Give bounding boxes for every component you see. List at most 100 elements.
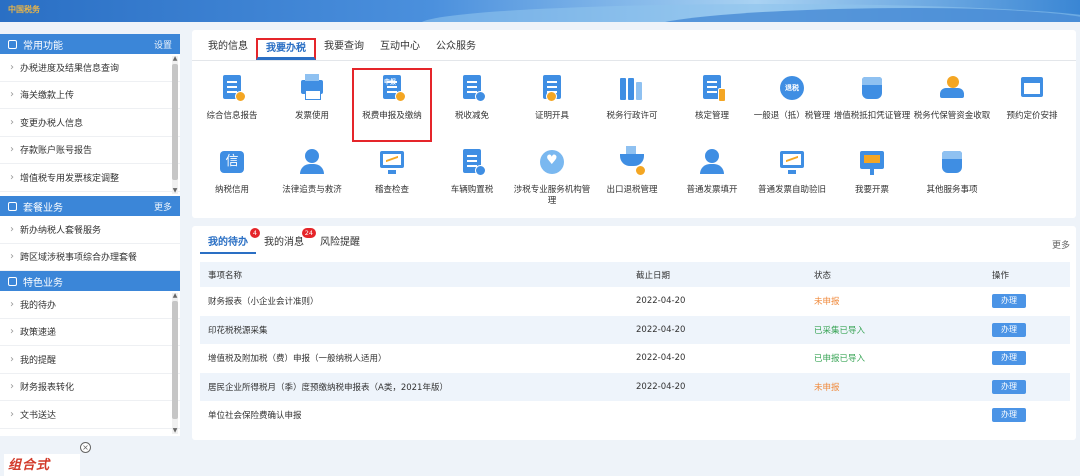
sidebar-item[interactable]: 我的提醒: [0, 346, 180, 374]
handle-button[interactable]: 办理: [992, 294, 1026, 309]
sidebar-item[interactable]: 新办纳税人套餐服务: [0, 216, 180, 244]
service-label: 税务行政许可: [606, 111, 658, 121]
coin-hand-icon: [937, 74, 967, 104]
column-header: 状态: [814, 270, 832, 281]
scrollbar-thumb[interactable]: [172, 64, 178, 180]
user-icon: [697, 148, 727, 178]
service-refund[interactable]: 退税 一般退（抵）税管理: [752, 68, 832, 142]
tab-my-messages[interactable]: 我的消息 24: [256, 228, 316, 254]
service-tax-relief[interactable]: 税收减免: [432, 68, 512, 142]
service-label: 普通发票填开: [686, 185, 738, 195]
tab-label: 风险提醒: [320, 237, 360, 248]
user-icon: [297, 148, 327, 178]
section-title: 特色业务: [23, 277, 63, 289]
service-label: 预约定价安排: [1006, 111, 1058, 121]
deadline: 2022-04-20: [636, 296, 686, 307]
deadline: 2022-04-20: [636, 324, 686, 335]
status-text: 已采集已导入: [814, 325, 866, 336]
more-link[interactable]: 更多: [154, 200, 172, 213]
service-row: 综合信息报告 发票使用 申报 税费申报及缴纳 税收减免 证明开具 税务行政许可 …: [192, 68, 1076, 142]
service-verification[interactable]: 核定管理: [672, 68, 752, 142]
scroll-up-arrow[interactable]: ▲: [172, 56, 178, 62]
service-row: 信 纳税信用 法律追责与救济 稽查检查 车辆购置税 涉税专业服务机构管理: [192, 142, 1076, 216]
sidebar-item[interactable]: 办税进度及结果信息查询: [0, 54, 180, 82]
layers-icon: [8, 201, 17, 211]
status-text: 未申报: [814, 382, 840, 393]
more-link[interactable]: 更多: [1052, 238, 1070, 251]
settings-link[interactable]: 设置: [154, 38, 172, 51]
section-common-header: 常用功能 设置: [0, 34, 180, 54]
table-row: 印花税税源采集 2022-04-20 已采集已导入 办理: [200, 315, 1070, 344]
credit-icon: 信: [217, 148, 247, 178]
sidebar-item[interactable]: 存款账户账号报告: [0, 137, 180, 164]
tab-label: 我的待办: [208, 237, 248, 248]
service-legal-remedy[interactable]: 法律追责与救济: [272, 142, 352, 216]
tab-public-service[interactable]: 公众服务: [428, 38, 484, 60]
service-vehicle-tax[interactable]: 车辆购置税: [432, 142, 512, 216]
service-label: 一般退（抵）税管理: [753, 111, 831, 121]
tab-label: 我的消息: [264, 237, 304, 248]
sidebar-item[interactable]: 政策速递: [0, 319, 180, 346]
sidebar: 常用功能 设置 办税进度及结果信息查询 海关缴款上传 变更办税人信息 存款账户账…: [0, 34, 180, 436]
service-label: 综合信息报告: [206, 111, 258, 121]
column-header: 操作: [992, 270, 1010, 281]
column-header: 截止日期: [636, 270, 671, 281]
service-other[interactable]: 其他服务事项: [912, 142, 992, 216]
service-label: 增值税抵扣凭证管理: [833, 111, 911, 121]
service-agency-management[interactable]: 涉税专业服务机构管理: [512, 142, 592, 216]
service-certificate[interactable]: 证明开具: [512, 68, 592, 142]
tab-interaction[interactable]: 互动中心: [372, 38, 428, 60]
package-list: 新办纳税人套餐服务 跨区域涉税事项综合办理套餐: [0, 216, 180, 271]
handle-button[interactable]: 办理: [992, 351, 1026, 366]
heart-icon: [537, 148, 567, 178]
service-inspection[interactable]: 稽查检查: [352, 142, 432, 216]
scroll-down-arrow[interactable]: ▼: [172, 188, 178, 194]
service-vat-deduction[interactable]: 增值税抵扣凭证管理: [832, 68, 912, 142]
service-invoice-verify[interactable]: 普通发票自助验旧: [752, 142, 832, 216]
sidebar-item[interactable]: 变更办税人信息: [0, 109, 180, 137]
binders-icon: [617, 74, 647, 104]
service-label: 其他服务事项: [926, 185, 978, 195]
service-tax-declare-pay[interactable]: 申报 税费申报及缴纳: [352, 68, 432, 142]
service-fund-custody[interactable]: 税务代保管资金收取: [912, 68, 992, 142]
sidebar-item[interactable]: 跨区域涉税事项综合办理套餐: [0, 244, 180, 271]
service-label: 税收减免: [454, 111, 489, 121]
handle-button[interactable]: 办理: [992, 408, 1026, 423]
todo-tabs: 我的待办 4 我的消息 24 风险提醒: [200, 228, 368, 254]
service-invoice-issue[interactable]: 普通发票填开: [672, 142, 752, 216]
service-export-refund[interactable]: 出口退税管理: [592, 142, 672, 216]
tab-my-info[interactable]: 我的信息: [200, 38, 256, 60]
sidebar-item[interactable]: 文书送达: [0, 401, 180, 429]
close-icon[interactable]: ×: [80, 442, 91, 453]
service-label: 发票使用: [294, 111, 329, 121]
tab-my-todo[interactable]: 我的待办 4: [200, 228, 260, 254]
service-label: 法律追责与救济: [282, 185, 342, 195]
service-pricing-arrangement[interactable]: 预约定价安排: [992, 68, 1072, 142]
sidebar-item[interactable]: 我的待办: [0, 291, 180, 319]
column-header: 事项名称: [208, 270, 243, 281]
service-label: 稽查检查: [374, 185, 409, 195]
sidebar-item[interactable]: 海关缴款上传: [0, 82, 180, 109]
top-banner: 中国税务: [0, 0, 1080, 22]
sidebar-item[interactable]: 增值税专用发票核定调整: [0, 164, 180, 192]
service-invoice-use[interactable]: 发票使用: [272, 68, 352, 142]
service-issue-invoice[interactable]: 我要开票: [832, 142, 912, 216]
tab-query[interactable]: 我要查询: [316, 38, 372, 60]
service-credit[interactable]: 信 纳税信用: [192, 142, 272, 216]
service-comprehensive-info[interactable]: 综合信息报告: [192, 68, 272, 142]
site-logo[interactable]: 中国税务: [8, 4, 40, 15]
scrollbar-thumb[interactable]: [172, 301, 178, 419]
tabs-divider: [192, 60, 1076, 61]
service-label: 出口退税管理: [606, 185, 658, 195]
scroll-up-arrow[interactable]: ▲: [172, 293, 178, 299]
sidebar-item[interactable]: 财务报表转化: [0, 374, 180, 401]
credit-icon-text: 信: [220, 151, 244, 173]
scroll-down-arrow[interactable]: ▼: [172, 428, 178, 434]
service-admin-license[interactable]: 税务行政许可: [592, 68, 672, 142]
float-banner[interactable]: 组合式: [4, 454, 80, 476]
tab-risk-alerts[interactable]: 风险提醒: [312, 234, 368, 254]
handle-button[interactable]: 办理: [992, 322, 1026, 337]
tab-handle-tax[interactable]: 我要办税: [256, 38, 316, 60]
table-row: 单位社会保险费确认申报 办理: [200, 401, 1070, 430]
handle-button[interactable]: 办理: [992, 379, 1026, 394]
